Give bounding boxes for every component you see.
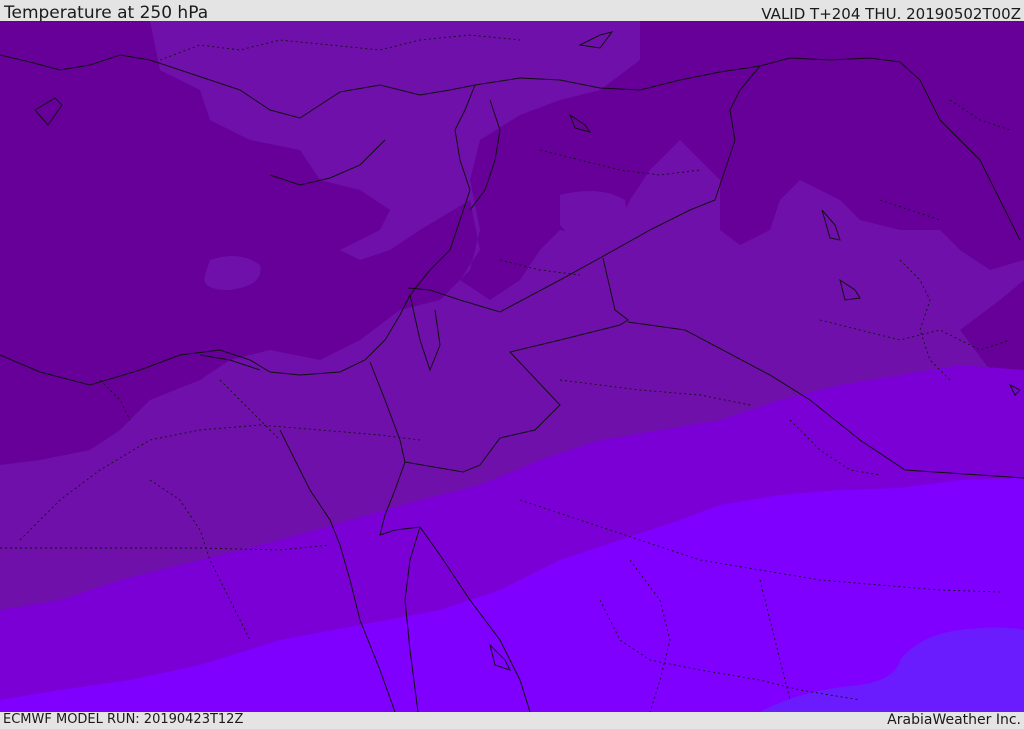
- temperature-map: [0, 21, 1024, 712]
- model-run: ECMWF MODEL RUN: 20190423T12Z: [3, 712, 244, 727]
- map-screen: Temperature at 250 hPa VALID T+204 THU. …: [0, 0, 1024, 729]
- map-canvas: [0, 21, 1024, 712]
- header-bar: Temperature at 250 hPa VALID T+204 THU. …: [0, 0, 1024, 23]
- footer-bar: ECMWF MODEL RUN: 20190423T12Z ArabiaWeat…: [0, 712, 1024, 729]
- brand-credit: ArabiaWeather Inc.: [887, 712, 1021, 728]
- map-title: Temperature at 250 hPa: [4, 3, 209, 23]
